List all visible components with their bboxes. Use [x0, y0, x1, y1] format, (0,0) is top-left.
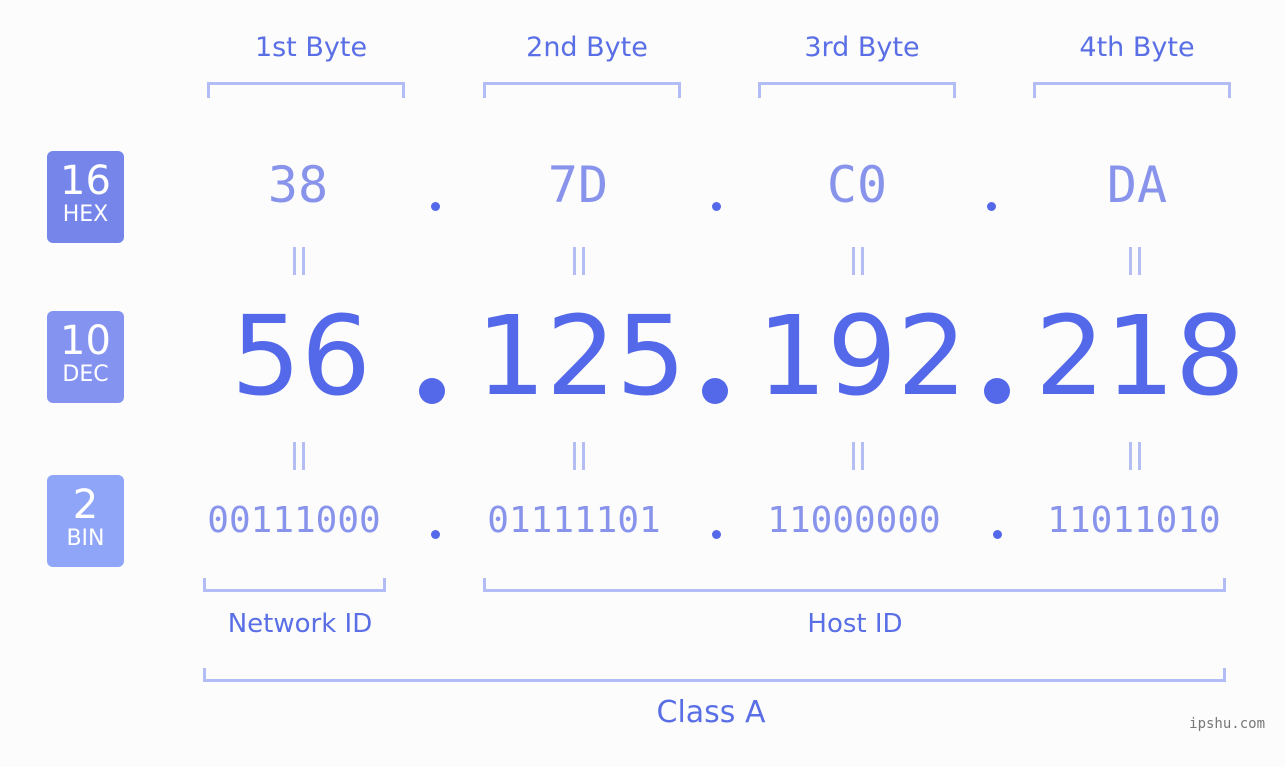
byte-header-2: 2nd Byte: [526, 32, 648, 63]
byte-header-1: 1st Byte: [254, 32, 368, 63]
dec-octet-2: 125: [476, 292, 686, 420]
hex-octet-1: 38: [267, 156, 329, 214]
hex-badge: 16 HEX: [47, 151, 124, 243]
hex-dot-1: [431, 202, 440, 211]
equals-icon: [571, 247, 587, 275]
dec-octet-3: 192: [757, 292, 967, 420]
equals-icon: [1127, 247, 1143, 275]
byte-bracket-4: [1033, 82, 1231, 98]
network-id-label: Network ID: [227, 609, 373, 639]
byte-bracket-1: [207, 82, 405, 98]
hex-base-number: 16: [60, 158, 111, 204]
bin-base-label: BIN: [66, 526, 105, 551]
class-label: Class A: [656, 695, 766, 730]
equals-icon: [850, 247, 866, 275]
hex-base-label: HEX: [62, 202, 109, 227]
network-id-bracket: [203, 578, 386, 592]
bin-dot-3: [993, 530, 1002, 539]
dec-badge: 10 DEC: [47, 311, 124, 403]
dec-base-label: DEC: [62, 362, 109, 387]
dec-dot-2: [702, 378, 728, 404]
equals-icon: [291, 247, 307, 275]
host-id-bracket: [483, 578, 1226, 592]
hex-dot-3: [987, 202, 996, 211]
dec-octet-1: 56: [231, 292, 371, 420]
bin-badge: 2 BIN: [47, 475, 124, 567]
dec-dot-1: [419, 378, 445, 404]
bin-octet-2: 01111101: [487, 500, 661, 541]
bin-dot-1: [431, 530, 440, 539]
bin-base-number: 2: [72, 482, 99, 528]
bin-octet-1: 00111000: [207, 500, 381, 541]
host-id-label: Host ID: [807, 609, 903, 639]
hex-octet-3: C0: [826, 156, 888, 214]
hex-octet-2: 7D: [547, 156, 609, 214]
class-bracket: [203, 668, 1226, 682]
byte-bracket-3: [758, 82, 956, 98]
equals-icon: [571, 442, 587, 470]
equals-icon: [1127, 442, 1143, 470]
dec-octet-4: 218: [1035, 292, 1245, 420]
byte-header-3: 3rd Byte: [804, 32, 920, 63]
watermark: ipshu.com: [1189, 716, 1265, 732]
byte-bracket-2: [483, 82, 681, 98]
hex-dot-2: [712, 202, 721, 211]
hex-octet-4: DA: [1106, 156, 1168, 214]
bin-octet-4: 11011010: [1047, 500, 1221, 541]
dec-base-number: 10: [60, 318, 111, 364]
bin-octet-3: 11000000: [767, 500, 941, 541]
byte-header-4: 4th Byte: [1079, 32, 1195, 63]
bin-dot-2: [712, 530, 721, 539]
equals-icon: [291, 442, 307, 470]
equals-icon: [850, 442, 866, 470]
dec-dot-3: [984, 378, 1010, 404]
